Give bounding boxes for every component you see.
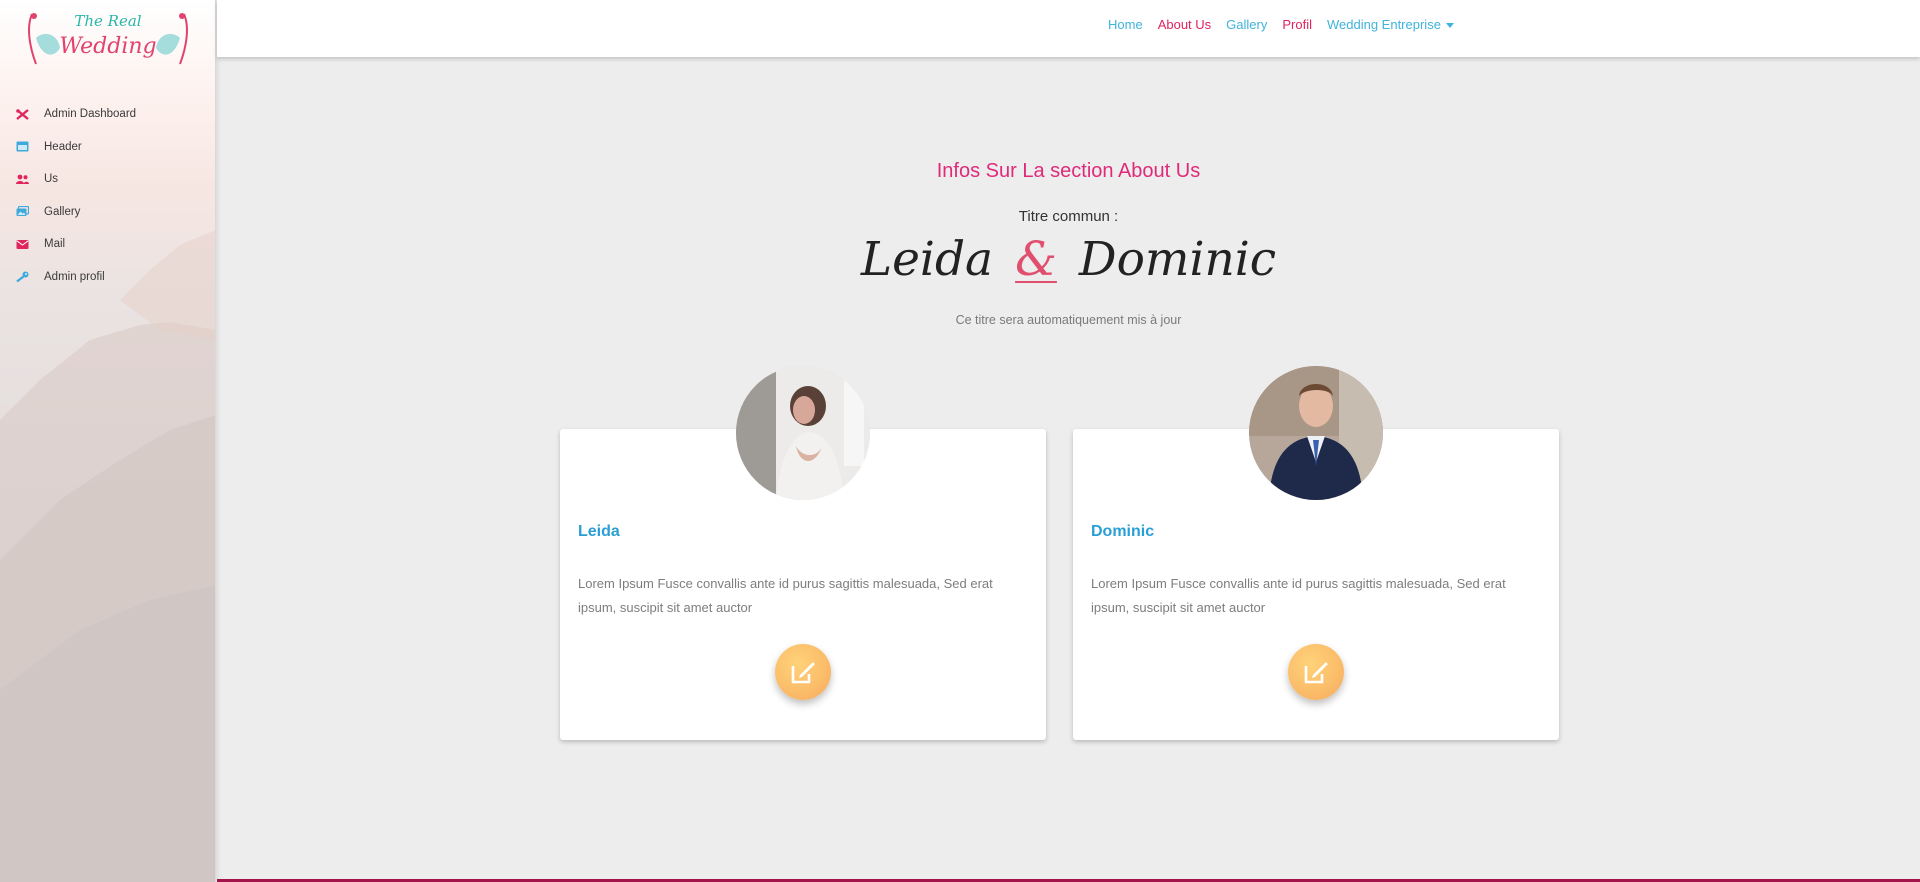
card-name: Leida bbox=[578, 523, 620, 540]
nav-link-home[interactable]: Home bbox=[1108, 17, 1143, 32]
card-name: Dominic bbox=[1091, 523, 1155, 540]
nav-link-gallery[interactable]: Gallery bbox=[1226, 17, 1267, 32]
logo-line-1: The Real bbox=[74, 12, 142, 30]
sidebar-item-label: Admin profil bbox=[44, 270, 105, 283]
tools-icon bbox=[16, 108, 29, 120]
nav-link-about-us[interactable]: About Us bbox=[1158, 17, 1211, 32]
sidebar-nav: Admin Dashboard Header Us Gallery Mail A… bbox=[0, 98, 215, 294]
sidebar-item-label: Admin Dashboard bbox=[44, 108, 137, 121]
caret-down-icon bbox=[1445, 23, 1454, 29]
top-nav-links: Home About Us Gallery Profil Wedding Ent… bbox=[1108, 17, 1454, 32]
images-icon bbox=[16, 206, 29, 217]
profile-card-leida: Leida Lorem Ipsum Fusce convallis ante i… bbox=[560, 366, 1046, 740]
sidebar-item-admin-profil[interactable]: Admin profil bbox=[0, 261, 215, 294]
couple-second-name: Dominic bbox=[1078, 232, 1277, 287]
sidebar-item-label: Gallery bbox=[44, 205, 81, 218]
sidebar: The Real Wedding Admin Dashboard Header bbox=[0, 0, 216, 882]
envelope-icon bbox=[16, 239, 29, 249]
couple-first-name: Leida bbox=[860, 232, 994, 287]
logo[interactable]: The Real Wedding bbox=[24, 8, 192, 72]
bride-photo-image bbox=[736, 366, 870, 500]
groom-photo bbox=[1249, 366, 1383, 500]
auto-update-note: Ce titre sera automatiquement mis à jour bbox=[955, 313, 1182, 327]
key-icon bbox=[16, 271, 29, 283]
sidebar-item-label: Us bbox=[44, 173, 59, 186]
sidebar-item-label: Header bbox=[44, 140, 82, 153]
couple-title[interactable]: Leida & Dominic bbox=[217, 232, 1920, 287]
groom-photo-image bbox=[1249, 366, 1383, 500]
sidebar-item-label: Mail bbox=[44, 238, 66, 251]
section-title: Infos Sur La section About Us bbox=[936, 160, 1201, 182]
couple-ampersand: & bbox=[1015, 232, 1057, 287]
edit-button[interactable] bbox=[775, 644, 831, 700]
edit-icon bbox=[1304, 662, 1328, 684]
top-navbar: Home About Us Gallery Profil Wedding Ent… bbox=[217, 0, 1920, 57]
nav-dropdown-label: Wedding Entreprise bbox=[1326, 17, 1441, 32]
bride-photo bbox=[736, 366, 870, 500]
sidebar-item-mail[interactable]: Mail bbox=[0, 228, 215, 261]
edit-icon bbox=[791, 662, 815, 684]
nav-dropdown-wedding-entreprise[interactable]: Wedding Entreprise bbox=[1327, 17, 1454, 32]
profile-card-dominic: Dominic Lorem Ipsum Fusce convallis ante… bbox=[1073, 366, 1559, 740]
window-icon bbox=[16, 141, 29, 152]
sidebar-item-gallery[interactable]: Gallery bbox=[0, 196, 215, 229]
edit-button[interactable] bbox=[1288, 644, 1344, 700]
common-title-label: Titre commun : bbox=[1018, 208, 1119, 225]
sidebar-item-us[interactable]: Us bbox=[0, 163, 215, 196]
card-description: Lorem Ipsum Fusce convallis ante id puru… bbox=[578, 576, 993, 615]
nav-link-profil[interactable]: Profil bbox=[1282, 17, 1312, 32]
sidebar-item-header[interactable]: Header bbox=[0, 131, 215, 164]
card-description: Lorem Ipsum Fusce convallis ante id puru… bbox=[1091, 576, 1506, 615]
logo-line-2: Wedding bbox=[59, 34, 157, 59]
users-icon bbox=[16, 174, 29, 184]
sidebar-item-admin-dashboard[interactable]: Admin Dashboard bbox=[0, 98, 215, 131]
